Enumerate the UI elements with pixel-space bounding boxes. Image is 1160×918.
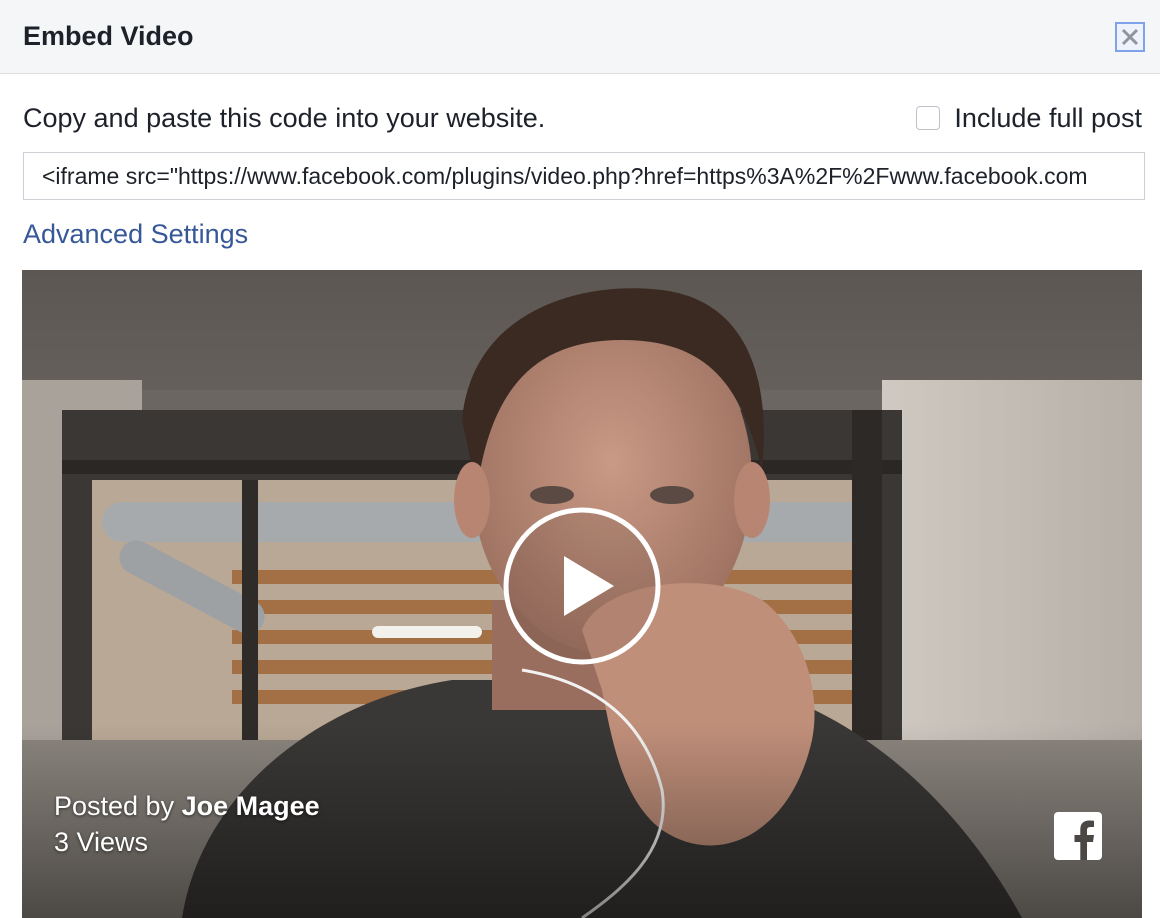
posted-by: Posted by Joe Magee xyxy=(54,788,320,824)
dialog-header: Embed Video xyxy=(0,0,1160,74)
view-count: 3 Views xyxy=(54,827,149,857)
video-preview[interactable]: Posted by Joe Magee 3 Views xyxy=(22,270,1142,918)
close-icon xyxy=(1121,28,1139,46)
include-full-post-label: Include full post xyxy=(954,103,1142,133)
posted-by-prefix: Posted by xyxy=(54,791,175,821)
facebook-logo-button[interactable] xyxy=(1054,812,1102,860)
facebook-logo-icon xyxy=(1054,812,1102,860)
embed-instructions: Copy and paste this code into your websi… xyxy=(23,103,546,133)
play-button[interactable] xyxy=(502,506,662,666)
dialog-title: Embed Video xyxy=(23,21,194,51)
play-icon xyxy=(503,507,661,665)
close-button[interactable] xyxy=(1115,22,1145,52)
include-full-post-checkbox[interactable] xyxy=(916,106,941,130)
video-author-link[interactable]: Joe Magee xyxy=(182,791,320,821)
embed-video-dialog: Embed Video Copy and paste this code int… xyxy=(0,0,1160,918)
advanced-settings-link[interactable]: Advanced Settings xyxy=(23,216,248,252)
embed-code-field[interactable]: <iframe src="https://www.facebook.com/pl… xyxy=(23,152,1145,200)
include-full-post-toggle[interactable]: Include full post xyxy=(916,100,1142,136)
